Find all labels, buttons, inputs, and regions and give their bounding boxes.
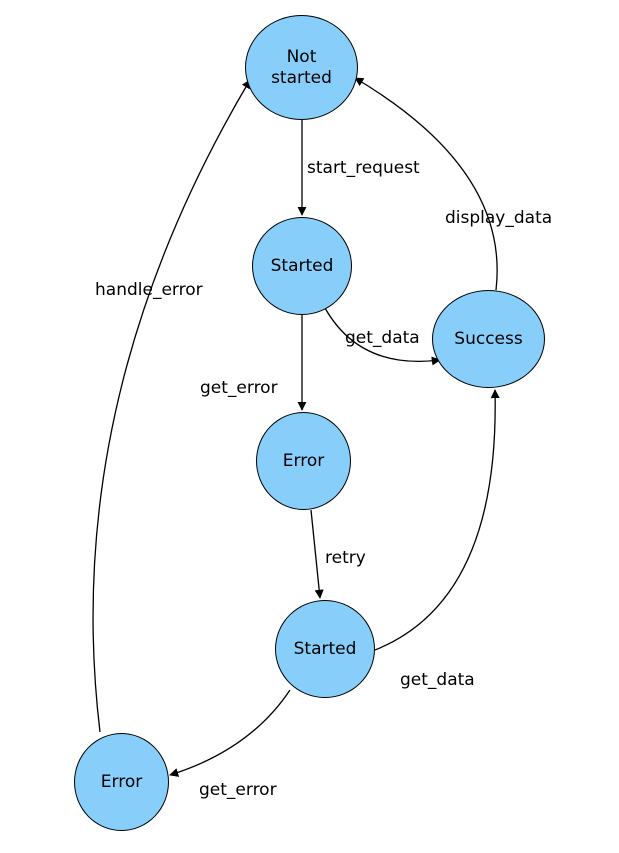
node-label: Success [454, 329, 522, 349]
node-error-1: Error [256, 412, 351, 510]
node-error-2: Error [74, 733, 169, 831]
node-label: Started [271, 256, 334, 276]
node-started-2: Started [275, 600, 375, 698]
edge-retry [311, 510, 320, 598]
label-get-error-2: get_error [199, 780, 277, 800]
node-not-started: Notstarted [245, 15, 358, 120]
edge-get-error-2 [170, 690, 290, 775]
label-start-request: start_request [307, 158, 420, 178]
node-started-1: Started [252, 217, 352, 315]
label-handle-error: handle_error [95, 280, 203, 300]
node-success: Success [432, 290, 545, 388]
label-get-data-1: get_data [345, 328, 420, 348]
node-label: Error [101, 772, 142, 792]
label-get-error-1: get_error [200, 378, 278, 398]
edge-handle-error [93, 80, 250, 732]
edge-get-data-2 [375, 390, 495, 650]
node-label: Notstarted [271, 47, 332, 88]
node-label: Error [283, 451, 324, 471]
label-get-data-2: get_data [400, 670, 475, 690]
label-retry: retry [325, 548, 366, 568]
edge-display-data [355, 78, 497, 290]
label-display-data: display_data [445, 208, 552, 228]
node-label: Started [294, 639, 357, 659]
